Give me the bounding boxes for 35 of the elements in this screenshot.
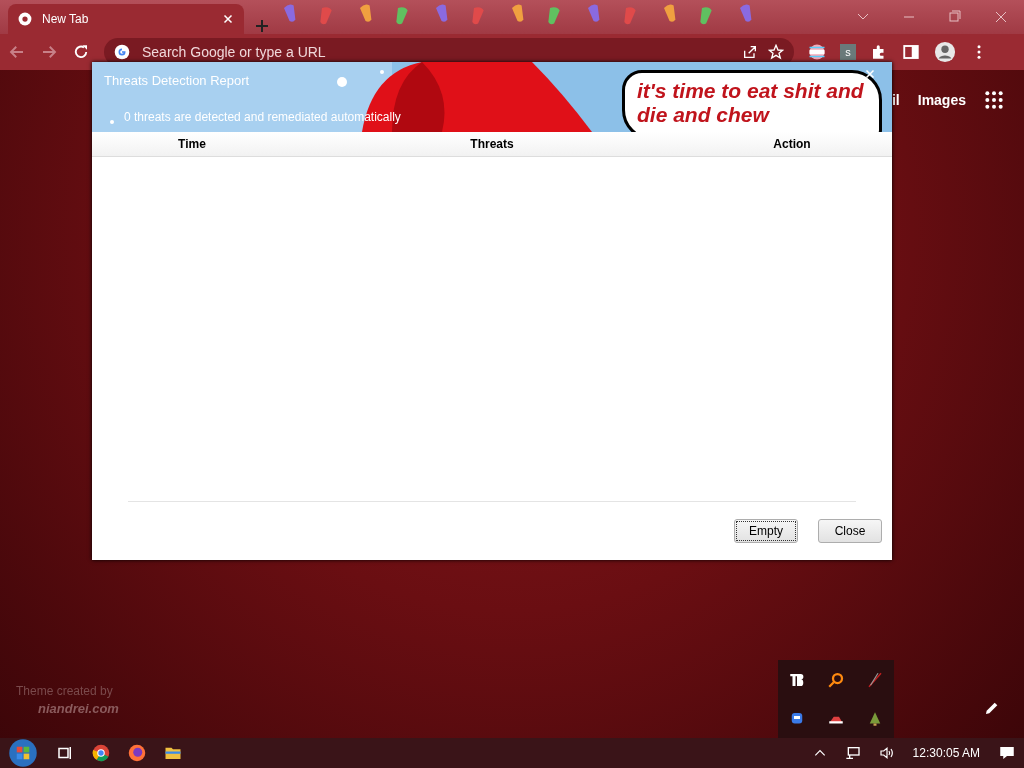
star-icon[interactable] bbox=[768, 44, 784, 60]
extension-button[interactable]: s bbox=[840, 44, 856, 60]
close-icon[interactable] bbox=[864, 68, 876, 80]
clock[interactable]: 12:30:05 AM bbox=[912, 746, 980, 760]
column-header: Threats bbox=[469, 137, 515, 151]
reload-icon[interactable] bbox=[72, 43, 90, 61]
nav-link[interactable]: Images bbox=[917, 92, 966, 108]
column-header: Time bbox=[177, 137, 207, 151]
apps-icon[interactable] bbox=[984, 90, 1004, 110]
column-header: Action bbox=[772, 137, 812, 151]
network-icon[interactable] bbox=[844, 745, 861, 761]
dialog-button[interactable]: Empty bbox=[734, 519, 798, 543]
start-icon[interactable] bbox=[8, 738, 38, 768]
flag-icon[interactable] bbox=[808, 43, 826, 61]
browser-tab[interactable]: New Tab bbox=[8, 4, 244, 34]
pencil-icon[interactable] bbox=[984, 700, 1000, 716]
volume-icon[interactable] bbox=[878, 745, 895, 761]
address-field[interactable]: Search Google or type a URL bbox=[140, 43, 732, 61]
google-icon bbox=[114, 44, 130, 60]
forward-icon[interactable] bbox=[40, 43, 58, 61]
magnifier-icon[interactable] bbox=[827, 670, 845, 689]
share-icon[interactable] bbox=[742, 44, 758, 60]
speech-bubble: it's time to eat shit and die and chew bbox=[622, 70, 882, 132]
theme-credit: Theme created by bbox=[16, 683, 114, 700]
dialog-button[interactable]: Close bbox=[818, 519, 882, 543]
firefox-icon[interactable] bbox=[128, 744, 146, 762]
new-tab-icon[interactable] bbox=[254, 18, 270, 34]
back-icon[interactable] bbox=[8, 43, 26, 61]
dialog-title: Threats Detection Report bbox=[104, 73, 250, 88]
profile-icon[interactable] bbox=[934, 41, 956, 63]
nav-link[interactable]: il bbox=[891, 92, 900, 108]
close-icon[interactable] bbox=[222, 13, 234, 25]
notification-icon[interactable] bbox=[998, 744, 1016, 762]
side-panel-icon[interactable] bbox=[902, 43, 920, 61]
task-view-icon[interactable] bbox=[56, 744, 74, 762]
